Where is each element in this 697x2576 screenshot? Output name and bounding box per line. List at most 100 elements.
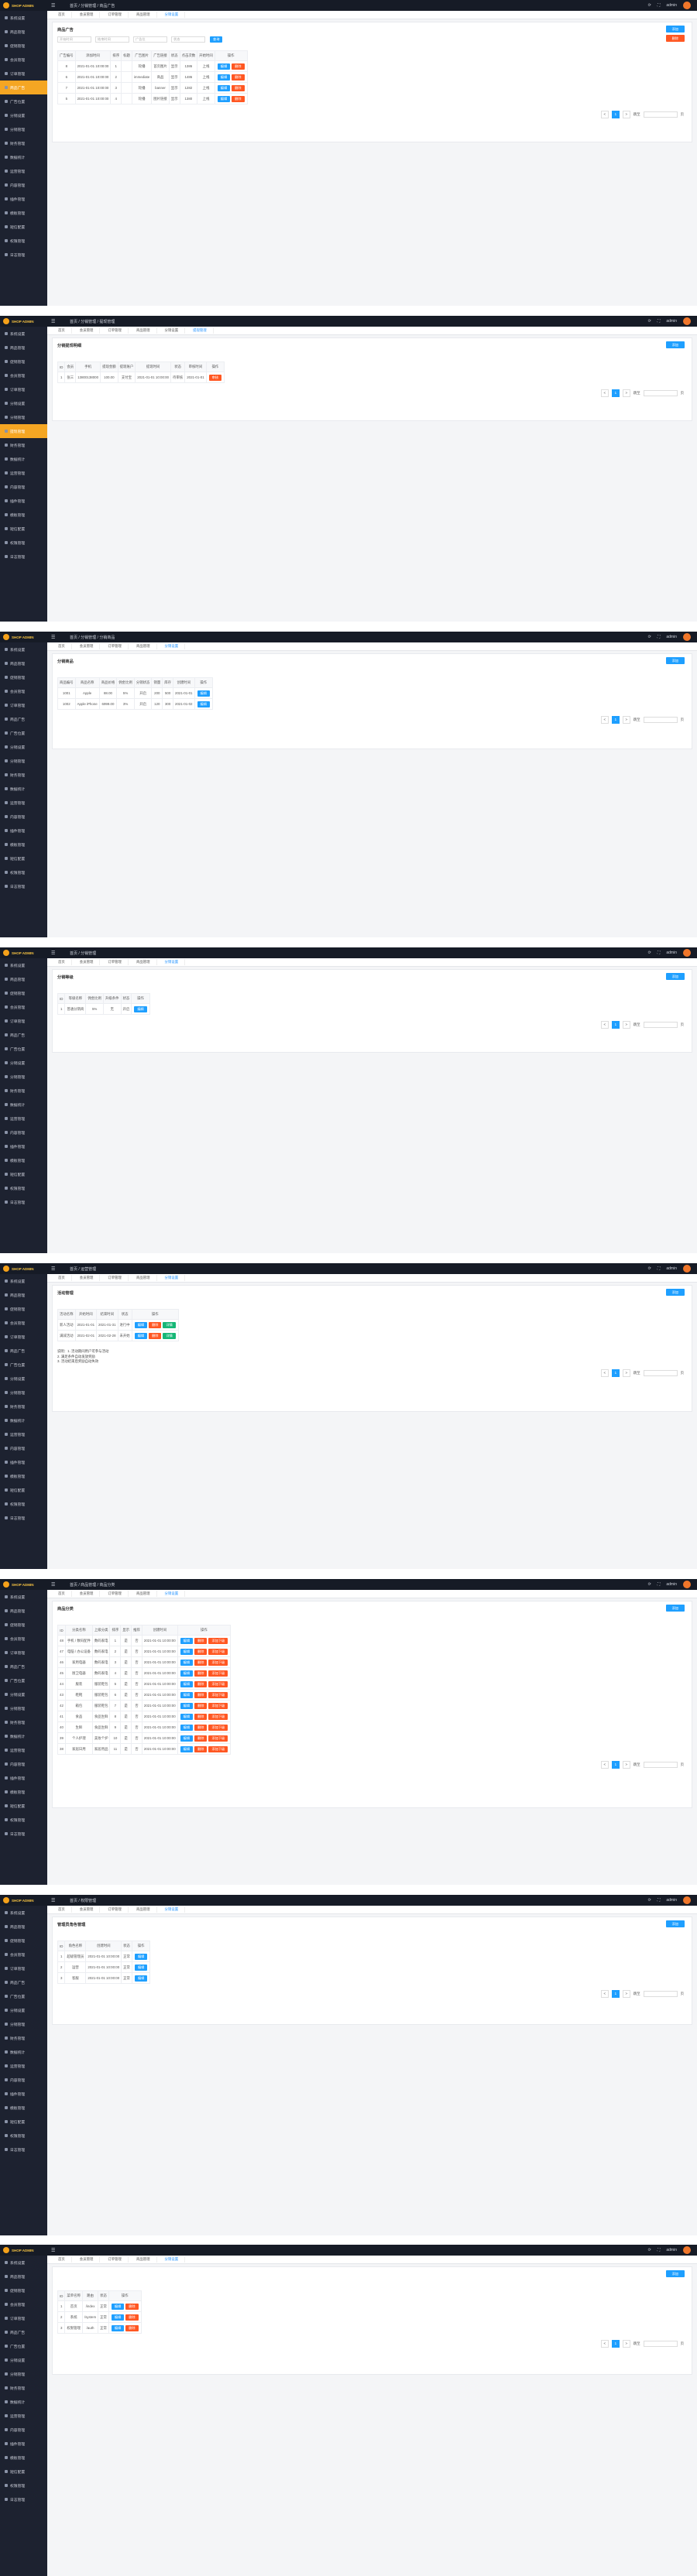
- refresh-icon[interactable]: ⟳: [648, 635, 651, 639]
- sidebar-item[interactable]: 短信配置: [0, 1167, 47, 1181]
- sidebar-item[interactable]: 系统设置: [0, 642, 47, 656]
- user-name[interactable]: admin: [666, 1582, 677, 1587]
- row-action-button[interactable]: 编辑: [197, 701, 210, 707]
- sidebar-item[interactable]: 商品管理: [0, 1288, 47, 1302]
- row-action-button[interactable]: 编辑: [217, 84, 231, 91]
- row-action-button[interactable]: 编辑: [134, 1975, 148, 1982]
- sidebar-item[interactable]: 短信配置: [0, 2465, 47, 2478]
- tab-3[interactable]: 商品管理: [130, 12, 157, 18]
- sidebar-item[interactable]: 财务管理: [0, 1084, 47, 1098]
- sidebar-item[interactable]: 分销管理: [0, 2017, 47, 2031]
- sidebar-item[interactable]: 分销设置: [0, 396, 47, 410]
- prev-page[interactable]: <: [600, 716, 609, 724]
- tab-0[interactable]: 首页: [52, 2256, 72, 2263]
- avatar[interactable]: [683, 2246, 691, 2254]
- row-action-button[interactable]: 删除: [149, 1321, 162, 1328]
- sidebar-item[interactable]: 财务管理: [0, 768, 47, 782]
- sidebar-item[interactable]: 订单管理: [0, 1961, 47, 1975]
- sidebar-item[interactable]: 分销设置: [0, 1056, 47, 1070]
- filter-input[interactable]: 状态: [171, 36, 205, 43]
- goto-input[interactable]: [643, 1991, 678, 1997]
- row-action-button[interactable]: 添加下级: [208, 1745, 228, 1752]
- filter-input[interactable]: 开始时间: [57, 36, 91, 43]
- refresh-icon[interactable]: ⟳: [648, 1898, 651, 1903]
- sidebar-item[interactable]: 订单管理: [0, 382, 47, 396]
- tab-2[interactable]: 订单管理: [101, 327, 129, 334]
- row-action-button[interactable]: 添加下级: [208, 1702, 228, 1709]
- page-number[interactable]: 1: [611, 111, 620, 118]
- sidebar-item[interactable]: 广告位置: [0, 726, 47, 740]
- prev-page[interactable]: <: [600, 1761, 609, 1769]
- row-action-button[interactable]: 添加下级: [208, 1713, 228, 1720]
- fullscreen-icon[interactable]: ⛶: [658, 1582, 661, 1587]
- sidebar-item[interactable]: 广告位置: [0, 1673, 47, 1687]
- sidebar-item[interactable]: 订单管理: [0, 1646, 47, 1660]
- row-action-button[interactable]: 编辑: [180, 1745, 194, 1752]
- row-action-button[interactable]: 删除: [194, 1724, 208, 1731]
- sidebar-item[interactable]: 数据统计: [0, 1729, 47, 1743]
- row-action-button[interactable]: 编辑: [134, 1953, 148, 1960]
- sidebar-item[interactable]: 会员管理: [0, 368, 47, 382]
- sidebar-item[interactable]: 商品广告: [0, 1028, 47, 1042]
- sidebar-item[interactable]: 权限管理: [0, 1497, 47, 1511]
- row-action-button[interactable]: 添加下级: [208, 1735, 228, 1742]
- goto-input[interactable]: [643, 1370, 678, 1376]
- tab-0[interactable]: 首页: [52, 1906, 72, 1913]
- sidebar-item[interactable]: 模板管理: [0, 508, 47, 522]
- sidebar-item[interactable]: 日志管理: [0, 550, 47, 564]
- goto-input[interactable]: [643, 2341, 678, 2347]
- sidebar-item[interactable]: 权限管理: [0, 865, 47, 879]
- sidebar-item[interactable]: 商品广告: [0, 2325, 47, 2339]
- tab-2[interactable]: 订单管理: [101, 643, 129, 649]
- row-action-button[interactable]: 编辑: [180, 1648, 194, 1655]
- tab-3[interactable]: 商品管理: [130, 959, 157, 965]
- sidebar-item[interactable]: 分销管理: [0, 1070, 47, 1084]
- sidebar-item[interactable]: 分销管理: [0, 2367, 47, 2381]
- sidebar-item[interactable]: 订单管理: [0, 698, 47, 712]
- user-name[interactable]: admin: [666, 1266, 677, 1271]
- row-action-button[interactable]: 编辑: [180, 1735, 194, 1742]
- user-name[interactable]: admin: [666, 1898, 677, 1903]
- sidebar-item[interactable]: 商品广告: [0, 1660, 47, 1673]
- row-action-button[interactable]: 编辑: [134, 1332, 148, 1339]
- sidebar-item[interactable]: 商品广告: [0, 80, 47, 94]
- tab-1[interactable]: 会员管理: [74, 1591, 101, 1597]
- sidebar-item[interactable]: 分销管理: [0, 122, 47, 136]
- next-page[interactable]: >: [622, 111, 630, 118]
- avatar[interactable]: [683, 1581, 691, 1588]
- tab-1[interactable]: 会员管理: [74, 327, 101, 334]
- sidebar-item[interactable]: 财务管理: [0, 438, 47, 452]
- user-name[interactable]: admin: [666, 2248, 677, 2252]
- toolbar-button[interactable]: 添加: [665, 26, 685, 33]
- sidebar-item[interactable]: 广告位置: [0, 1042, 47, 1056]
- sidebar-item[interactable]: 数据统计: [0, 2045, 47, 2059]
- avatar[interactable]: [683, 1265, 691, 1273]
- fullscreen-icon[interactable]: ⛶: [658, 635, 661, 639]
- sidebar-item[interactable]: 订单管理: [0, 67, 47, 80]
- tab-4[interactable]: 分销设置: [159, 327, 186, 334]
- tab-1[interactable]: 会员管理: [74, 643, 101, 649]
- sidebar-item[interactable]: 分销设置: [0, 2353, 47, 2367]
- sidebar-item[interactable]: 会员管理: [0, 1000, 47, 1014]
- user-name[interactable]: admin: [666, 635, 677, 639]
- goto-input[interactable]: [643, 1762, 678, 1768]
- sidebar-item[interactable]: 短信配置: [0, 2115, 47, 2129]
- row-action-button[interactable]: 编辑: [180, 1659, 194, 1666]
- tab-0[interactable]: 首页: [52, 12, 72, 18]
- sidebar-item[interactable]: 内容管理: [0, 2423, 47, 2437]
- sidebar-item[interactable]: 插件管理: [0, 494, 47, 508]
- sidebar-item[interactable]: 财务管理: [0, 2031, 47, 2045]
- sidebar-item[interactable]: 会员管理: [0, 2297, 47, 2311]
- fullscreen-icon[interactable]: ⛶: [658, 319, 661, 324]
- sidebar-item[interactable]: 分销设置: [0, 108, 47, 122]
- sidebar-item[interactable]: 模板管理: [0, 206, 47, 220]
- sidebar-item[interactable]: 系统设置: [0, 958, 47, 972]
- sidebar-item[interactable]: 商品管理: [0, 2269, 47, 2283]
- sidebar-item[interactable]: 模板管理: [0, 1785, 47, 1799]
- filter-input[interactable]: 结束时间: [95, 36, 129, 43]
- sidebar-item[interactable]: 模板管理: [0, 1153, 47, 1167]
- row-action-button[interactable]: 删除: [232, 95, 245, 102]
- sidebar-item[interactable]: 促销管理: [0, 2283, 47, 2297]
- sidebar-item[interactable]: 系统设置: [0, 327, 47, 341]
- refresh-icon[interactable]: ⟳: [648, 3, 651, 8]
